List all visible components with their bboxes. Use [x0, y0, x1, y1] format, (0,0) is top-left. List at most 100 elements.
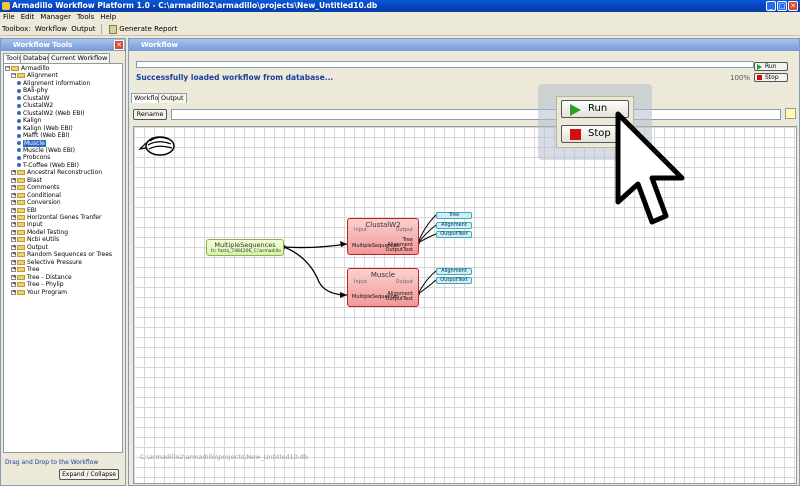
- expand-toggle-icon[interactable]: +: [11, 274, 16, 280]
- expand-toggle-icon[interactable]: +: [11, 244, 16, 250]
- tree-item[interactable]: + Your Program: [11, 289, 67, 297]
- expand-toggle-icon[interactable]: +: [11, 237, 16, 243]
- tree-item-label: Ancestral Reconstruction: [27, 169, 102, 177]
- tree-item-label: ClustalW2 (Web EBI): [23, 109, 85, 117]
- app-icon: [2, 2, 10, 10]
- menu-help[interactable]: Help: [97, 12, 119, 22]
- expand-toggle-icon[interactable]: +: [11, 229, 16, 235]
- workflow-panel: Workflow Successfully loaded workflow fr…: [128, 38, 800, 486]
- expand-toggle-icon[interactable]: +: [11, 282, 16, 288]
- menu-edit[interactable]: Edit: [18, 12, 38, 22]
- tool-icon: [17, 88, 21, 93]
- toolbar: Toolbox: Workflow Output Generate Report: [0, 22, 800, 36]
- close-panel-button[interactable]: ✕: [114, 40, 124, 50]
- arrow-clustalw2: [340, 241, 347, 247]
- clustalw2-node[interactable]: ClustalW2 Input Output MultipleSequences…: [347, 218, 419, 255]
- tree-item-label: Selective Pressure: [27, 258, 82, 266]
- close-button[interactable]: ✕: [788, 1, 798, 11]
- menu-file[interactable]: File: [0, 12, 18, 22]
- minimize-button[interactable]: _: [766, 1, 776, 11]
- stop-label: Stop: [765, 74, 779, 81]
- muscle-output-outputtext[interactable]: OutputText: [436, 277, 472, 284]
- folder-icon: [17, 289, 25, 295]
- toolbar-workflow[interactable]: Workflow: [35, 22, 67, 36]
- expand-toggle-icon[interactable]: +: [11, 177, 16, 183]
- workflow-header: Workflow: [129, 39, 799, 51]
- tab-current-workflow[interactable]: Current Workflow: [48, 53, 111, 63]
- stop-icon: [570, 129, 581, 140]
- toolbar-label: Toolbox:: [2, 25, 31, 33]
- tree-item-label: Horizontal Genes Tranfer: [27, 214, 102, 221]
- expand-toggle-icon[interactable]: +: [11, 215, 16, 220]
- folder-icon: [17, 207, 25, 213]
- tree-item-label: Tree - Phylip: [27, 281, 64, 289]
- expand-collapse-button[interactable]: Expand / Collapse: [59, 469, 119, 480]
- status-message: Successfully loaded workflow from databa…: [136, 73, 334, 82]
- menu-tools[interactable]: Tools: [74, 12, 97, 22]
- tree-item-label: Comments: [27, 184, 60, 192]
- tree-item-label: Muscle: [23, 139, 46, 147]
- output-alignment[interactable]: Alignment: [436, 222, 472, 229]
- output-outputtext[interactable]: OutputText: [436, 231, 472, 238]
- tree-item-label: Conditional: [27, 191, 61, 199]
- tool-icon: [17, 103, 21, 108]
- drag-hint: Drag and Drop to the Workflow: [5, 459, 99, 466]
- folder-icon: [17, 252, 25, 258]
- window-title: Armadillo Workflow Platform 1.0 - C:\arm…: [12, 1, 378, 10]
- tree-item-label: Ncbi eUtils: [27, 236, 60, 244]
- expand-toggle-icon[interactable]: +: [11, 267, 16, 273]
- tree-item-label: Alignment: [27, 72, 58, 80]
- tree-item-label: Armadillo: [21, 65, 50, 72]
- clustalw2-output-label: Output: [395, 227, 413, 233]
- expand-toggle-icon[interactable]: +: [11, 289, 16, 295]
- connection-alignment: [417, 224, 437, 244]
- folder-icon: [17, 237, 25, 243]
- workflow-title: Workflow: [141, 41, 178, 49]
- tree-item-label: Input: [27, 221, 43, 229]
- progress-bar: [136, 61, 754, 68]
- expand-toggle-icon[interactable]: +: [11, 192, 16, 198]
- multiple-sequences-node[interactable]: MultipleSequences fs: fasta_7484206_C:\a…: [206, 239, 284, 256]
- muscle-output-alignment[interactable]: Alignment: [436, 268, 472, 275]
- menu-manager[interactable]: Manager: [37, 12, 74, 22]
- generate-report-button[interactable]: Generate Report: [109, 22, 177, 36]
- play-icon: [570, 104, 581, 116]
- toolbar-output[interactable]: Output: [71, 22, 95, 36]
- connections-layer: [282, 214, 437, 298]
- run-label-large: Run: [588, 103, 608, 114]
- output-tree[interactable]: Tree: [436, 212, 472, 219]
- note-icon[interactable]: [785, 108, 796, 119]
- tool-icon: [17, 148, 21, 153]
- folder-icon: [17, 267, 25, 273]
- tree-item-label: Kalign: [23, 117, 42, 125]
- stop-label-large: Stop: [588, 128, 611, 139]
- run-button[interactable]: Run: [754, 62, 788, 71]
- multiple-sequences-title: MultipleSequences: [214, 241, 276, 249]
- expand-toggle-icon[interactable]: +: [11, 200, 16, 206]
- expand-toggle-icon[interactable]: +: [11, 252, 16, 258]
- tab-output[interactable]: Output: [158, 93, 187, 103]
- rename-button[interactable]: Rename: [133, 109, 167, 120]
- maximize-button[interactable]: □: [777, 1, 787, 11]
- tree-item-label: EBI: [27, 206, 37, 214]
- expand-toggle-icon[interactable]: +: [11, 207, 16, 213]
- expand-toggle-icon[interactable]: +: [11, 222, 16, 228]
- expand-toggle-icon[interactable]: +: [11, 185, 16, 191]
- muscle-node[interactable]: Muscle Input Output MultipleSequences Al…: [347, 268, 419, 307]
- folder-icon: [17, 170, 25, 176]
- expand-toggle-icon[interactable]: +: [11, 259, 16, 265]
- play-icon: [757, 64, 762, 70]
- tool-icon: [17, 118, 21, 123]
- expand-toggle-icon[interactable]: −: [5, 66, 10, 71]
- stop-button[interactable]: Stop: [754, 73, 788, 82]
- tree-item-label: ClustalW2: [23, 102, 54, 110]
- pointer-cursor-icon: [615, 111, 685, 225]
- folder-icon: [17, 177, 25, 183]
- tree-item-label: Alignment information: [23, 79, 91, 87]
- report-icon: [109, 24, 118, 34]
- folder-icon: [17, 229, 25, 235]
- workflow-canvas[interactable]: MultipleSequences fs: fasta_7484206_C:\a…: [133, 126, 797, 484]
- expand-toggle-icon[interactable]: +: [11, 170, 16, 176]
- expand-toggle-icon[interactable]: −: [11, 73, 16, 79]
- workflow-tools-header: Workflow Tools: [1, 39, 125, 51]
